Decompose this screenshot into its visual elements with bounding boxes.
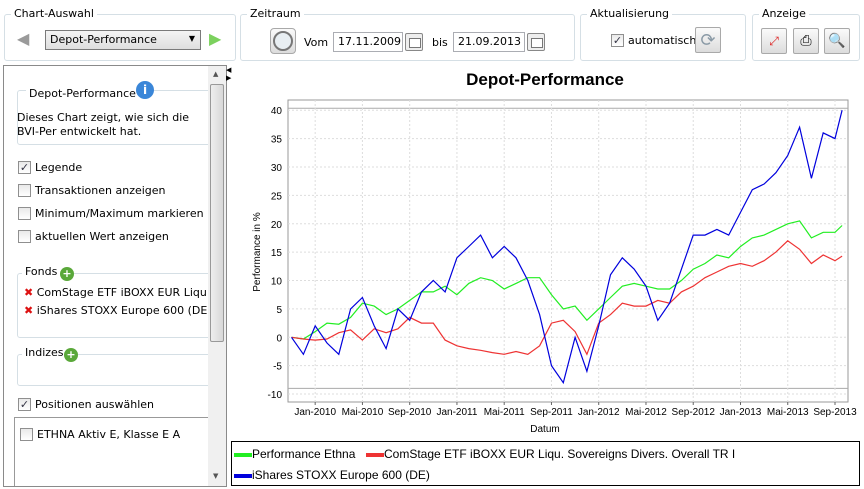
legend-item-ishares: iShares STOXX Europe 600 (DE) — [234, 468, 430, 482]
x-tick-label: Jan-2013 — [720, 407, 762, 418]
y-tick-label: -10 — [268, 390, 283, 401]
y-tick-label: 30 — [271, 163, 283, 174]
x-tick-label: Sep-2010 — [388, 407, 432, 418]
legend-item-ethna: Performance Ethna — [234, 447, 355, 461]
y-axis-label: Performance in % — [252, 212, 263, 292]
performance-chart: Depot-Performance Performance in % Datum… — [252, 70, 857, 435]
y-tick-label: 5 — [276, 305, 282, 316]
plot-area — [287, 99, 849, 403]
legend-label: ComStage ETF iBOXX EUR Liqu. Sovereigns … — [384, 447, 736, 461]
chart-legend: Performance Ethna ComStage ETF iBOXX EUR… — [231, 441, 860, 486]
x-tick-label: Jan-2011 — [436, 407, 477, 418]
chart-title: Depot-Performance — [466, 70, 624, 89]
legend-label: Performance Ethna — [252, 447, 356, 461]
y-tick-label: 40 — [271, 106, 283, 117]
x-tick-label: Sep-2013 — [813, 407, 857, 418]
y-tick-label: 15 — [271, 248, 283, 259]
y-tick-label: 25 — [271, 191, 283, 202]
y-tick-label: 35 — [271, 135, 283, 146]
x-axis-label: Datum — [530, 424, 559, 435]
y-tick-label: 0 — [276, 333, 282, 344]
legend-swatch — [234, 452, 252, 457]
x-tick-label: Mai-2013 — [767, 407, 809, 418]
y-tick-label: 20 — [271, 220, 283, 231]
x-tick-label: Sep-2011 — [530, 407, 573, 418]
legend-swatch — [234, 473, 252, 478]
x-tick-label: Jan-2012 — [578, 407, 620, 418]
x-tick-label: Mai-2010 — [342, 407, 384, 418]
legend-item-comstage: ComStage ETF iBOXX EUR Liqu. Sovereigns … — [366, 447, 735, 461]
x-tick-label: Mai-2011 — [484, 407, 525, 418]
legend-label: iShares STOXX Europe 600 (DE) — [252, 468, 430, 482]
y-tick-label: -5 — [273, 362, 282, 373]
x-tick-label: Sep-2012 — [672, 407, 716, 418]
legend-swatch — [366, 452, 384, 457]
y-tick-label: 10 — [271, 277, 283, 288]
x-tick-label: Mai-2012 — [625, 407, 667, 418]
x-tick-label: Jan-2010 — [294, 407, 336, 418]
